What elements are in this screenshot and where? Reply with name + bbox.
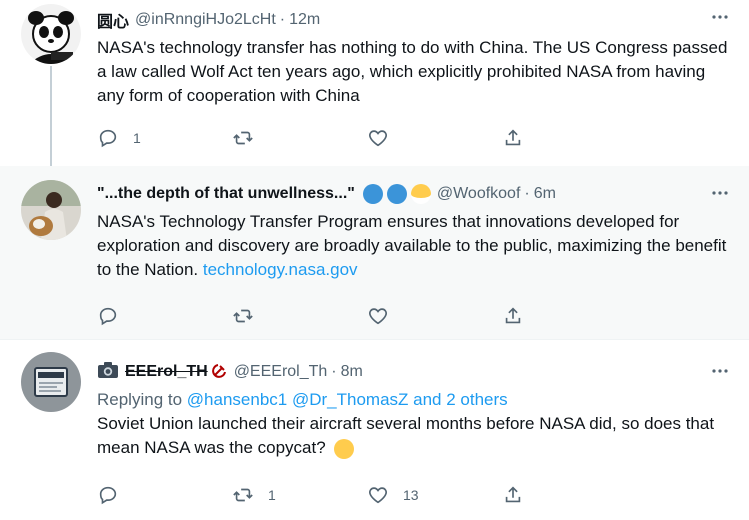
tweet-actions — [97, 304, 637, 328]
grinning-sweat-emoji-icon — [334, 438, 355, 459]
retweet-count: 1 — [268, 487, 276, 503]
reply-icon — [99, 307, 117, 326]
separator-dot: · — [331, 363, 337, 380]
retweet-button[interactable] — [232, 126, 367, 150]
timestamp[interactable]: 8m — [341, 363, 363, 381]
replying-to-users[interactable]: @hansenbc1 @Dr_ThomasZ and 2 others — [187, 390, 508, 409]
tweet[interactable]: 圆心 @inRnngiHJo2LcHt · 12m NASA's technol… — [0, 0, 749, 166]
tweet-link[interactable]: technology.nasa.gov — [203, 260, 358, 279]
hammer-sickle-icon — [211, 362, 228, 383]
retweet-button[interactable]: 1 — [232, 483, 367, 507]
separator-dot: · — [524, 185, 530, 202]
avatar[interactable] — [21, 180, 81, 240]
tweet[interactable]: EEErol_TH @EEErol_Th · 8m Replying to @h… — [0, 340, 749, 520]
share-icon — [505, 486, 521, 503]
display-name[interactable]: EEErol_TH — [125, 363, 208, 381]
replying-to-label: Replying to — [97, 390, 183, 409]
wave-emoji-icon — [386, 184, 407, 204]
heart-icon — [369, 130, 387, 147]
timestamp[interactable]: 6m — [534, 185, 556, 203]
camera-icon — [97, 361, 119, 384]
tweet-text: NASA's Technology Transfer Program ensur… — [97, 210, 729, 282]
retweet-icon — [233, 309, 253, 323]
tweet[interactable]: "...the depth of that unwellness..." @Wo… — [0, 166, 749, 340]
display-name[interactable]: "...the depth of that unwellness..." — [97, 185, 355, 203]
like-button[interactable] — [367, 304, 502, 328]
share-icon — [505, 307, 521, 324]
more-options-icon[interactable] — [709, 6, 731, 28]
avatar[interactable] — [21, 4, 81, 64]
tweet-header: "...the depth of that unwellness..." @Wo… — [97, 182, 729, 206]
heart-icon — [369, 487, 387, 504]
reply-button[interactable] — [97, 483, 232, 507]
more-options-icon[interactable] — [709, 360, 731, 382]
tweet-actions: 1 — [97, 126, 637, 150]
reply-button[interactable]: 1 — [97, 126, 232, 150]
share-icon — [505, 129, 521, 146]
like-button[interactable]: 13 — [367, 483, 502, 507]
tweet-body: EEErol_TH @EEErol_Th · 8m Replying to @h… — [97, 360, 729, 460]
retweet-icon — [233, 488, 253, 502]
tweet-body: "...the depth of that unwellness..." @Wo… — [97, 182, 729, 282]
timestamp[interactable]: 12m — [289, 11, 320, 29]
user-handle[interactable]: @Woofkoof — [437, 185, 521, 203]
reply-count: 1 — [133, 130, 141, 146]
like-count: 13 — [403, 487, 419, 503]
separator-dot: · — [279, 11, 286, 28]
display-name[interactable]: 圆心 — [97, 8, 129, 32]
mask-face-emoji-icon — [410, 184, 431, 204]
tweet-body: 圆心 @inRnngiHJo2LcHt · 12m NASA's technol… — [97, 8, 729, 108]
replying-to: Replying to @hansenbc1 @Dr_ThomasZ and 2… — [97, 388, 729, 412]
tweet-text: NASA's technology transfer has nothing t… — [97, 38, 728, 105]
more-options-icon[interactable] — [709, 182, 731, 204]
tweet-header: EEErol_TH @EEErol_Th · 8m — [97, 360, 729, 384]
wave-emoji-icon — [362, 184, 383, 204]
reply-icon — [99, 486, 117, 505]
share-button[interactable] — [502, 126, 637, 150]
tweet-header: 圆心 @inRnngiHJo2LcHt · 12m — [97, 8, 729, 32]
reply-button[interactable] — [97, 304, 232, 328]
tweet-actions: 1 13 — [97, 483, 637, 507]
tweet-text-content: Soviet Union launched their aircraft sev… — [97, 414, 715, 457]
retweet-button[interactable] — [232, 304, 367, 328]
user-handle[interactable]: @inRnngiHJo2LcHt — [135, 11, 276, 29]
share-button[interactable] — [502, 304, 637, 328]
retweet-icon — [233, 131, 253, 145]
like-button[interactable] — [367, 126, 502, 150]
thread-connector-line — [50, 66, 52, 166]
share-button[interactable] — [502, 483, 637, 507]
tweet-text-content: NASA's Technology Transfer Program ensur… — [97, 212, 727, 279]
tweet-text: Soviet Union launched their aircraft sev… — [97, 412, 729, 460]
user-handle[interactable]: @EEErol_Th — [234, 363, 328, 381]
heart-icon — [369, 308, 387, 325]
avatar[interactable] — [21, 352, 81, 412]
reply-icon — [99, 129, 117, 148]
